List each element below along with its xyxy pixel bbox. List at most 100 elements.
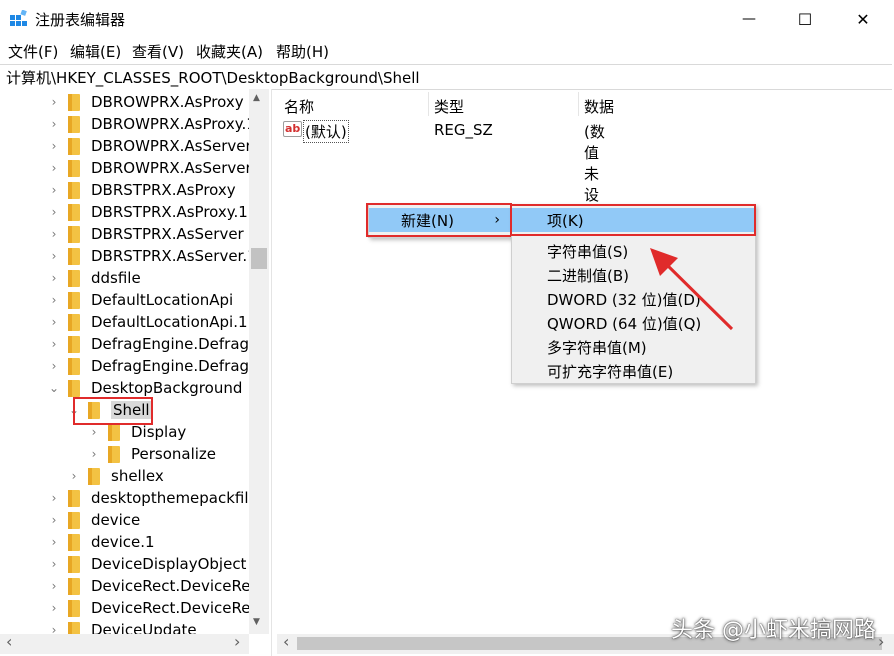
tree-vertical-scrollbar[interactable] <box>249 89 269 634</box>
maximize-button[interactable]: ☐ <box>776 0 834 38</box>
chevron-right-icon[interactable]: › <box>48 579 60 593</box>
tree-item[interactable]: › ddsfile <box>48 267 141 289</box>
tree-item[interactable]: › DefaultLocationApi.1 <box>48 311 248 333</box>
chevron-right-icon[interactable]: › <box>48 491 60 505</box>
scroll-left-icon[interactable]: ‹ <box>6 632 12 651</box>
window-title: 注册表编辑器 <box>35 11 126 29</box>
tree-item-desktopbackground[interactable]: ⌄ DesktopBackground <box>48 377 242 399</box>
chevron-right-icon[interactable]: › <box>48 315 60 329</box>
tree-horizontal-scrollbar[interactable] <box>0 634 249 654</box>
folder-icon <box>68 533 80 551</box>
tree-item-label: ddsfile <box>91 269 141 287</box>
tree-item[interactable]: › DBROWPRX.AsProxy <box>48 91 244 113</box>
address-path[interactable]: 计算机\HKEY_CLASSES_ROOT\DesktopBackground\… <box>6 67 420 88</box>
folder-icon <box>68 599 80 617</box>
folder-icon <box>68 159 80 177</box>
menu-help[interactable]: 帮助(H) <box>276 41 329 62</box>
chevron-right-icon[interactable]: › <box>88 447 100 461</box>
tree-item[interactable]: › Personalize <box>88 443 216 465</box>
menu-item-label: 可扩充字符串值(E) <box>547 362 674 381</box>
menu-item-label: 二进制值(B) <box>547 266 629 285</box>
chevron-right-icon[interactable]: › <box>48 249 60 263</box>
chevron-right-icon[interactable]: › <box>88 425 100 439</box>
tree-item-label: device <box>91 511 141 529</box>
chevron-right-icon[interactable]: › <box>48 337 60 351</box>
tree-item[interactable]: › DeviceRect.DeviceRect <box>48 575 249 597</box>
folder-icon <box>88 467 100 485</box>
column-header-type[interactable]: 类型 <box>434 96 464 117</box>
annotation-box-key <box>510 204 756 236</box>
tree-item[interactable]: › DBROWPRX.AsServer <box>48 135 249 157</box>
tree-item[interactable]: › device <box>48 509 141 531</box>
column-divider[interactable] <box>428 92 429 116</box>
tree-item[interactable]: › DBROWPRX.AsServer.1 <box>48 157 249 179</box>
tree-item[interactable]: › DBRSTPRX.AsServer <box>48 223 244 245</box>
tree-item[interactable]: › DeviceDisplayObject <box>48 553 247 575</box>
folder-icon <box>108 423 120 441</box>
tree-pane: › DBROWPRX.AsProxy › DBROWPRX.AsProxy.1 › D… <box>0 89 272 656</box>
tree-item[interactable]: › DefragEngine.DefragEngine <box>48 333 249 355</box>
tree-item[interactable]: › DefaultLocationApi <box>48 289 234 311</box>
chevron-right-icon[interactable]: › <box>48 95 60 109</box>
tree-item-label: DefragEngine.DefragEngine.1 <box>91 357 249 375</box>
chevron-down-icon[interactable]: ⌄ <box>48 381 60 395</box>
folder-icon <box>68 555 80 573</box>
tree-item[interactable]: › desktopthemepackfile <box>48 487 249 509</box>
tree-item-label: DefaultLocationApi.1 <box>91 313 248 331</box>
scroll-right-icon[interactable]: › <box>234 632 240 651</box>
chevron-right-icon[interactable]: › <box>48 359 60 373</box>
annotation-box-shell <box>73 397 153 425</box>
chevron-right-icon[interactable]: › <box>48 293 60 307</box>
menu-item-label: 多字符串值(M) <box>547 338 647 357</box>
chevron-right-icon[interactable]: › <box>48 161 60 175</box>
scroll-left-icon[interactable]: ‹ <box>283 632 289 651</box>
menu-edit[interactable]: 编辑(E) <box>70 41 121 62</box>
tree-item[interactable]: › DBRSTPRX.AsProxy.1 <box>48 201 248 223</box>
folder-icon <box>68 247 80 265</box>
tree-item[interactable]: › DBROWPRX.AsProxy.1 <box>48 113 249 135</box>
chevron-right-icon[interactable]: › <box>48 139 60 153</box>
folder-icon <box>68 291 80 309</box>
scroll-right-icon[interactable]: › <box>878 632 884 651</box>
chevron-right-icon[interactable]: › <box>48 601 60 615</box>
tree-item[interactable]: › DeviceUpdate <box>48 619 197 634</box>
column-divider[interactable] <box>578 92 579 116</box>
folder-icon <box>68 335 80 353</box>
tree-item[interactable]: › shellex <box>68 465 164 487</box>
tree-item[interactable]: › DBRSTPRX.AsProxy <box>48 179 236 201</box>
column-header-name[interactable]: 名称 <box>284 96 314 117</box>
table-row[interactable]: ab (默认) REG_SZ (数值未设置) <box>283 120 605 225</box>
tree-item[interactable]: › DeviceRect.DeviceRect.1 <box>48 597 249 619</box>
scroll-down-icon[interactable]: ▼ <box>253 617 260 627</box>
chevron-right-icon[interactable]: › <box>48 227 60 241</box>
submenu-item-expandable-string[interactable]: 可扩充字符串值(E) <box>512 359 755 383</box>
menu-favorites[interactable]: 收藏夹(A) <box>196 41 263 62</box>
close-button[interactable]: ✕ <box>834 0 892 38</box>
chevron-right-icon[interactable]: › <box>48 271 60 285</box>
menu-view[interactable]: 查看(V) <box>132 41 184 62</box>
folder-icon <box>68 577 80 595</box>
watermark: 头条 @小虾米搞网路 <box>671 618 876 643</box>
submenu-item-multi-string[interactable]: 多字符串值(M) <box>512 335 755 359</box>
chevron-right-icon[interactable]: › <box>48 513 60 527</box>
chevron-right-icon[interactable]: › <box>48 535 60 549</box>
tree-item[interactable]: › DBRSTPRX.AsServer.1 <box>48 245 249 267</box>
tree-item-label: DeviceUpdate <box>91 621 197 634</box>
chevron-right-icon[interactable]: › <box>48 205 60 219</box>
tree-item-label: DesktopBackground <box>91 379 243 397</box>
chevron-right-icon[interactable]: › <box>48 117 60 131</box>
tree-item[interactable]: › device.1 <box>48 531 155 553</box>
menu-file[interactable]: 文件(F) <box>8 41 58 62</box>
tree-item-label: Display <box>131 423 187 441</box>
minimize-button[interactable]: — <box>720 0 778 38</box>
column-header-data[interactable]: 数据 <box>584 96 614 117</box>
chevron-right-icon[interactable]: › <box>48 183 60 197</box>
chevron-right-icon[interactable]: › <box>48 623 60 634</box>
folder-icon <box>68 225 80 243</box>
tree-item[interactable]: › DefragEngine.DefragEngine.1 <box>48 355 249 377</box>
scroll-up-icon[interactable]: ▲ <box>253 93 260 103</box>
folder-icon <box>68 269 80 287</box>
tree-scroll-thumb[interactable] <box>251 248 267 269</box>
chevron-right-icon[interactable]: › <box>68 469 80 483</box>
chevron-right-icon[interactable]: › <box>48 557 60 571</box>
